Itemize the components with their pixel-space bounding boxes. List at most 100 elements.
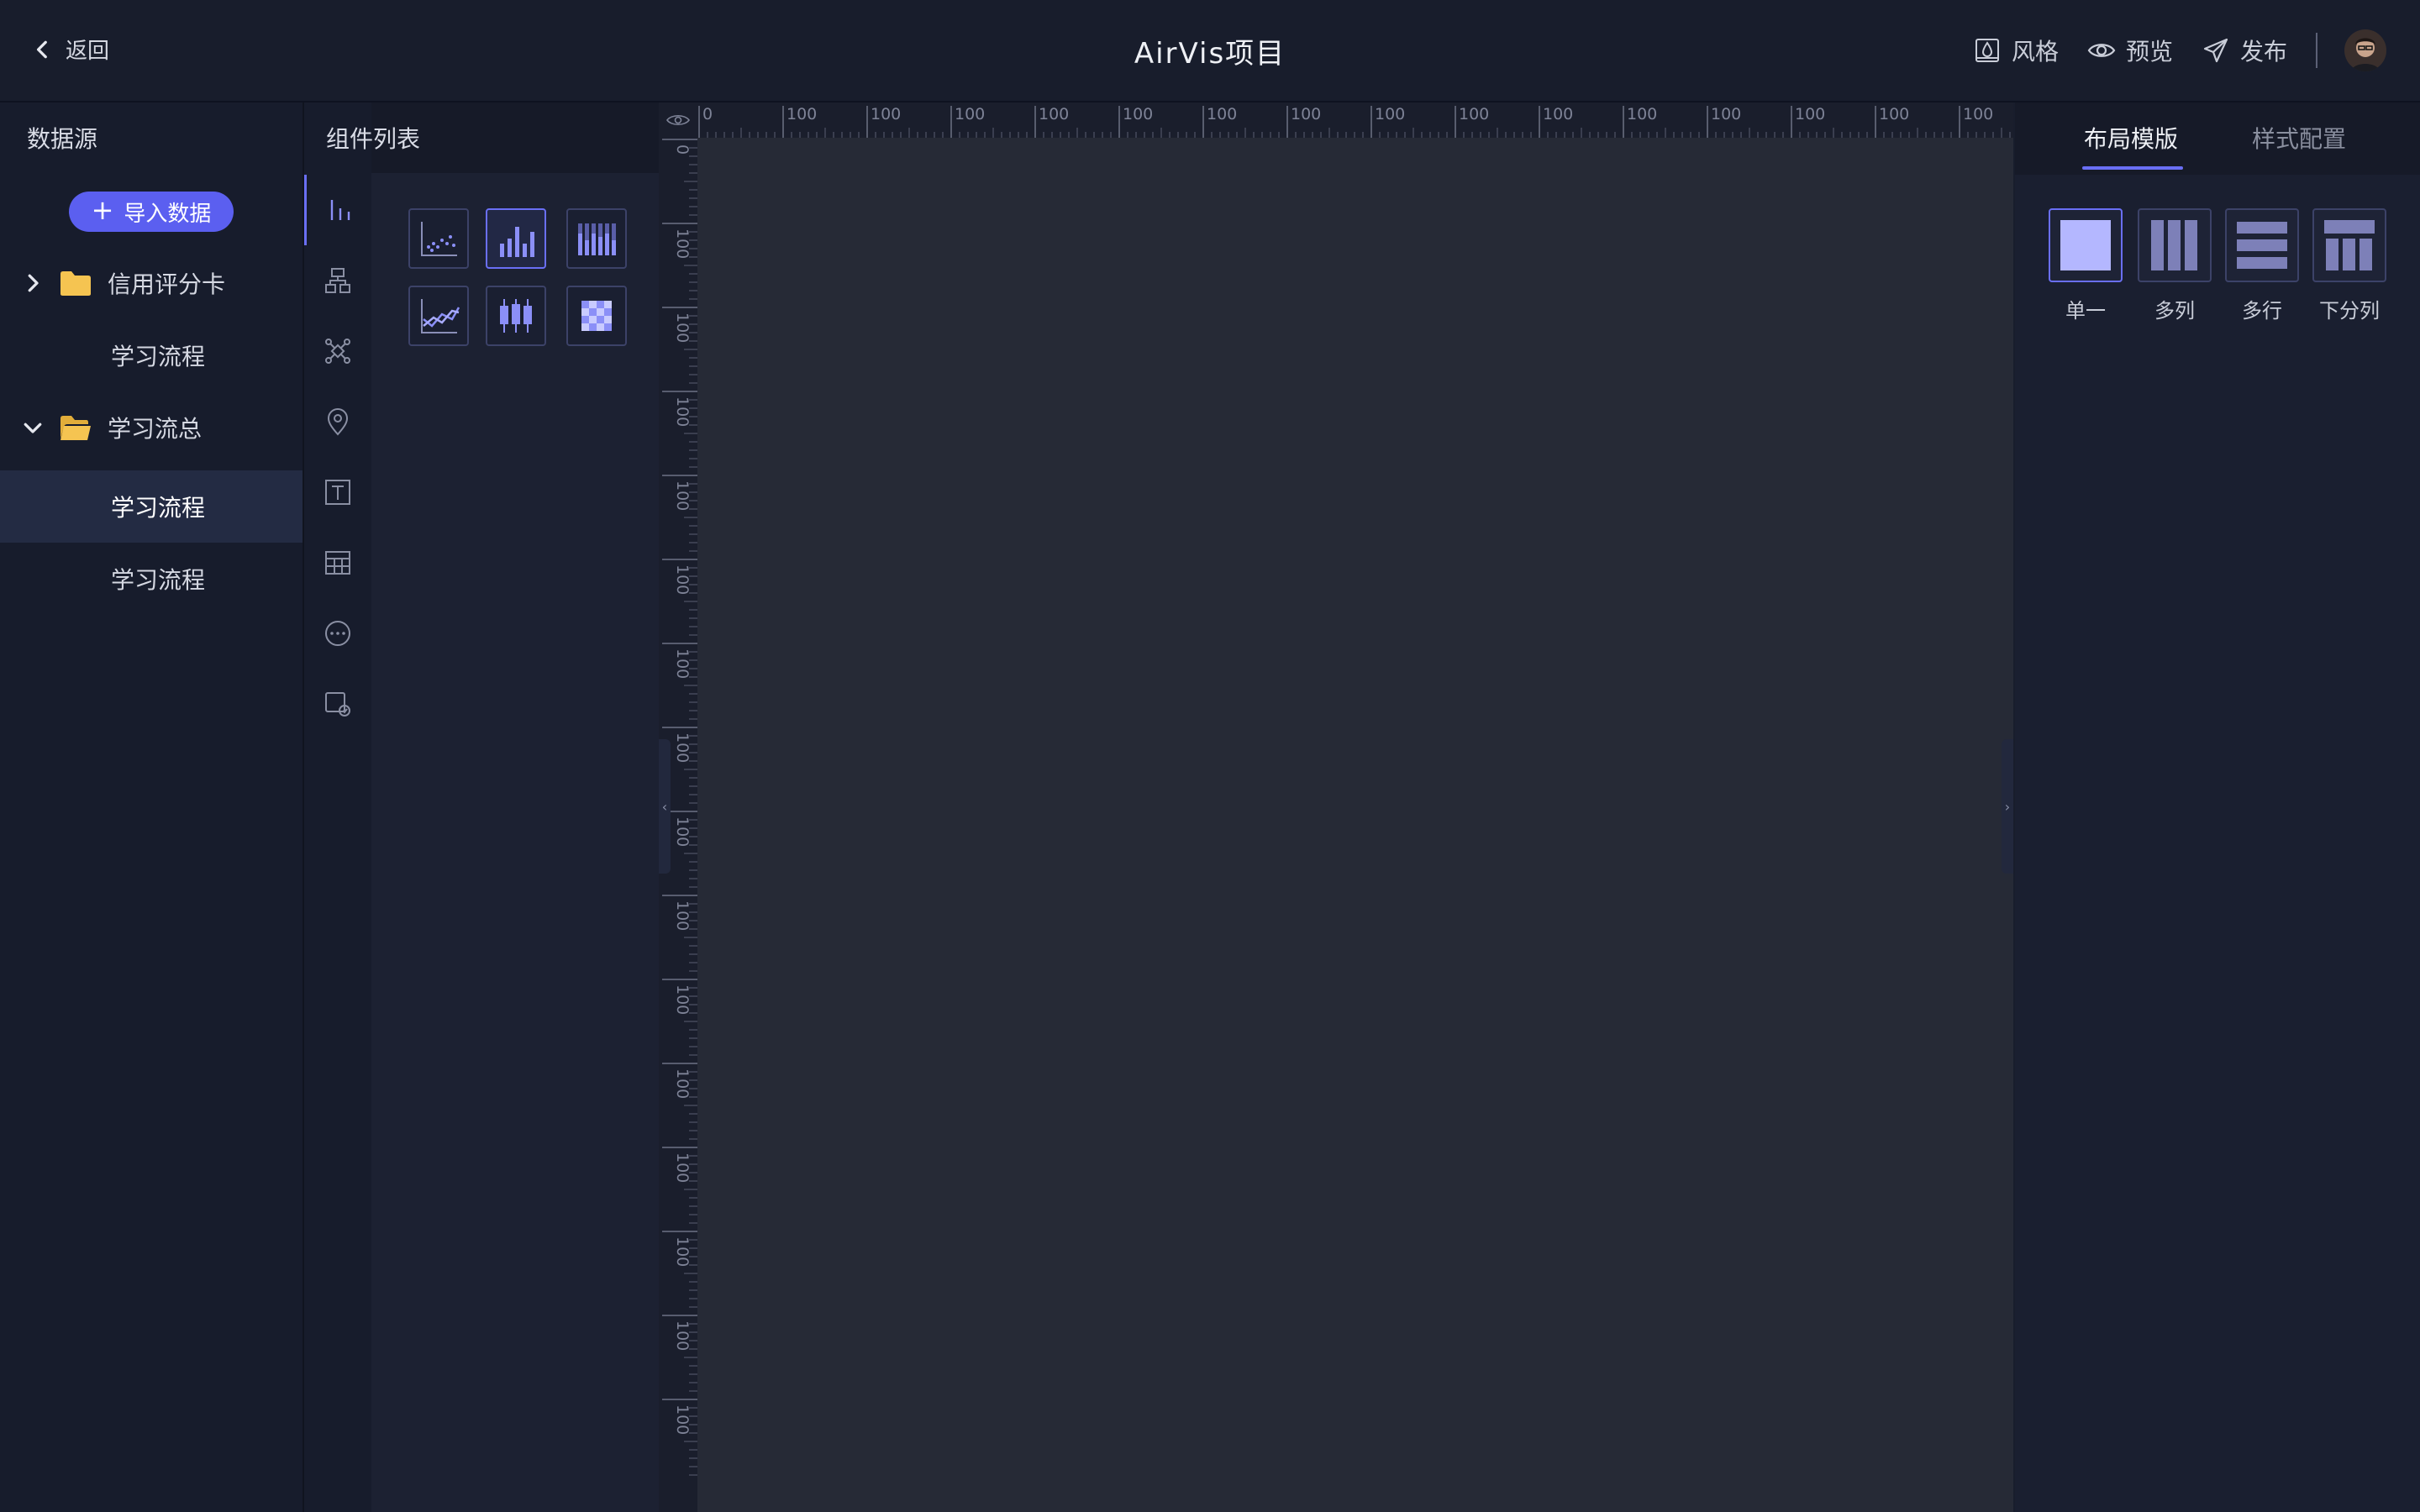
config-panel: 布局模版 样式配置 单一 多列 多行 下分列 [2015,102,2420,1512]
heatmap-icon [581,301,612,331]
tree-folder-credit[interactable]: 信用评分卡 [0,247,302,319]
category-network[interactable] [304,316,371,386]
ruler-label: 100 [786,105,817,123]
style-button[interactable]: 风格 [1973,34,2059,67]
category-more[interactable] [304,598,371,669]
ruler-label: 100 [673,984,692,1015]
component-tile-scatter[interactable] [408,208,469,269]
horizontal-ruler: 0 100 100 100 100 100 100 100 100 100 100 100 100 100… [697,102,2013,138]
ruler-label: 100 [673,312,692,343]
ruler-label: 100 [1543,105,1573,123]
ruler-label: 100 [1375,105,1405,123]
preview-button[interactable]: 预览 [2087,34,2173,67]
layout-single[interactable]: 单一 [2045,208,2126,323]
component-tile-stacked-bar[interactable] [566,208,627,269]
component-tile-line[interactable] [408,286,469,346]
layout-thumb [2225,208,2299,282]
ruler-label: 100 [1711,105,1741,123]
layout-thumb [2049,208,2123,282]
layout-split-icon [2324,220,2375,270]
style-icon [1975,39,1999,62]
category-map[interactable] [304,386,371,457]
tab-layout-templates[interactable]: 布局模版 [2084,121,2178,155]
media-icon [325,692,350,717]
ruler-label: 100 [1207,105,1237,123]
back-label: 返回 [66,39,110,64]
tree-item-table[interactable]: 学习流程 [0,543,302,615]
ruler-label: 100 [673,396,692,427]
ruler-label: 100 [1963,105,1993,123]
layout-thumb [2138,208,2212,282]
text-icon [325,480,350,505]
tree-folder-learning[interactable]: 学习流总 [0,391,302,464]
chevron-left-icon [36,40,47,58]
stacked-bar-chart-icon [578,223,616,255]
layout-columns-icon [2151,220,2197,270]
config-tabs: 布局模版 样式配置 [2015,102,2420,175]
ruler-label: 100 [673,1404,692,1435]
collapse-left-panel-handle[interactable]: ‹ [659,739,671,874]
import-data-button[interactable]: + 导入数据 [69,192,234,232]
tree-item-table[interactable]: 学习流程 [0,319,302,391]
datasource-panel: 数据源 + 导入数据 信用评分卡 学习流程 学习流总 学习流程 学习流程 [0,102,304,1512]
hierarchy-icon [325,268,350,293]
tree-item-label: 学习流总 [108,415,203,443]
line-chart-icon [421,299,460,333]
publish-button[interactable]: 发布 [2202,34,2287,67]
category-chart[interactable] [304,175,374,245]
send-icon [2203,38,2228,63]
ruler-label: 100 [673,816,692,847]
tab-style-config[interactable]: 样式配置 [2252,121,2346,155]
layout-rows-icon [2237,222,2287,269]
folder-icon [60,271,91,296]
ruler-label: 0 [673,144,692,155]
component-tile-bar[interactable] [486,208,546,269]
component-tile-heatmap[interactable] [566,286,627,346]
category-table[interactable] [304,528,371,598]
import-label: 导入数据 [124,201,212,227]
ruler-label: 100 [1039,105,1069,123]
layout-rows[interactable]: 多行 [2222,208,2302,323]
ruler-visibility-toggle[interactable] [659,102,697,138]
component-tile-boxplot[interactable] [486,286,546,346]
style-label: 风格 [2011,38,2059,66]
tree-item-label: 信用评分卡 [108,270,226,298]
ruler-label: 100 [673,480,692,511]
chevron-right-icon[interactable] [20,270,45,296]
category-media[interactable] [304,669,371,739]
table-icon [325,551,350,575]
ruler-label: 100 [1879,105,1909,123]
component-panel [304,102,659,1512]
component-category-strip [304,102,371,1512]
header-divider [2316,33,2317,68]
ruler-label: 100 [673,1068,692,1099]
layout-label: 多行 [2242,299,2282,323]
ruler-label: 100 [673,1152,692,1183]
collapse-right-panel-handle[interactable]: › [2002,739,2013,874]
chevron-right-icon: › [2004,798,2011,815]
ruler-label: 100 [1291,105,1321,123]
ruler-label: 100 [1123,105,1153,123]
top-bar: 返回 AirVis项目 风格 预览 发布 [0,0,2420,102]
ruler-label: 100 [673,900,692,931]
eye-icon [2087,44,2116,57]
layout-split[interactable]: 下分列 [2309,208,2390,323]
more-icon [325,621,350,646]
layout-columns[interactable]: 多列 [2134,208,2215,323]
header-actions: 风格 预览 发布 [1944,24,2386,77]
category-hierarchy[interactable] [304,245,371,316]
datasource-title: 数据源 [27,125,98,153]
component-list-title: 组件列表 [326,125,421,153]
map-pin-icon [327,408,349,436]
horizontal-ruler-ticks: 0 100 100 100 100 100 100 100 100 100 100 100 100 100… [698,105,2011,138]
bar-chart-icon [330,200,350,220]
tree-item-table-active[interactable]: 学习流程 [0,470,302,543]
back-button[interactable]: 返回 [32,34,109,65]
chevron-down-icon[interactable] [20,415,45,440]
ruler-label: 100 [871,105,901,123]
chevron-left-icon: ‹ [661,798,668,815]
user-avatar[interactable] [2344,29,2386,71]
preview-label: 预览 [2125,38,2173,66]
category-text[interactable] [304,457,371,528]
design-canvas[interactable] [697,138,2013,1512]
